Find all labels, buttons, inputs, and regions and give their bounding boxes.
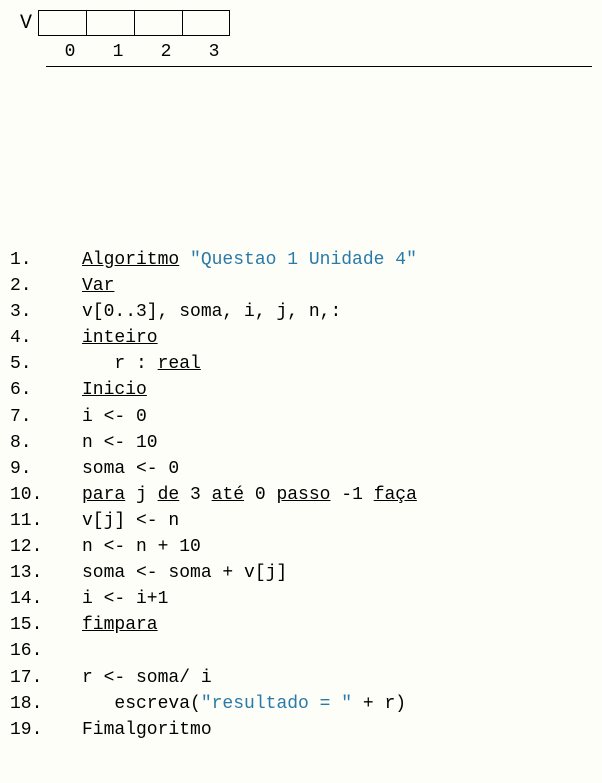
code-line: 8. n <- 10 [10, 430, 592, 456]
code-line: 11. v[j] <- n [10, 508, 592, 534]
array-index: 0 [46, 38, 94, 66]
code-line: 1. Algoritmo "Questao 1 Unidade 4" [10, 247, 592, 273]
line-number: 12. [10, 534, 82, 560]
code-content: Var [82, 273, 592, 299]
code-text: + r) [352, 694, 406, 714]
code-line: 7. i <- 0 [10, 404, 592, 430]
code-content: escreva("resultado = " + r) [82, 691, 592, 717]
line-number: 15. [10, 612, 82, 638]
code-line: 6. Inicio [10, 377, 592, 403]
keyword-faca: faça [374, 485, 417, 505]
code-line: 19. Fimalgoritmo [10, 717, 592, 743]
code-line: 12. n <- n + 10 [10, 534, 592, 560]
code-content: inteiro [82, 325, 592, 351]
code-content [82, 638, 592, 664]
code-content: Fimalgoritmo [82, 717, 592, 743]
line-number: 17. [10, 665, 82, 691]
code-line: 2. Var [10, 273, 592, 299]
line-number: 13. [10, 560, 82, 586]
code-line: 10. para j de 3 até 0 passo -1 faça [10, 482, 592, 508]
array-index: 2 [142, 38, 190, 66]
code-text: r : [82, 354, 158, 374]
array-cells [38, 10, 230, 36]
array-cell [38, 10, 86, 36]
array-cell [86, 10, 134, 36]
code-line: 15. fimpara [10, 612, 592, 638]
line-number: 18. [10, 691, 82, 717]
code-content: v[0..3], soma, i, j, n,: [82, 299, 592, 325]
code-line: 16. [10, 638, 592, 664]
string-literal: "Questao 1 Unidade 4" [190, 250, 417, 270]
keyword-var: Var [82, 276, 114, 296]
code-line: 13. soma <- soma + v[j] [10, 560, 592, 586]
line-number: 16. [10, 638, 82, 664]
array-index: 3 [190, 38, 238, 66]
code-text: -1 [330, 485, 373, 505]
keyword-algoritmo: Algoritmo [82, 250, 179, 270]
keyword-real: real [158, 354, 201, 374]
code-line: 4. inteiro [10, 325, 592, 351]
code-content: v[j] <- n [82, 508, 592, 534]
code-content: soma <- 0 [82, 456, 592, 482]
line-number: 10. [10, 482, 82, 508]
code-content: i <- i+1 [82, 586, 592, 612]
string-literal: "resultado = " [201, 694, 352, 714]
line-number: 14. [10, 586, 82, 612]
array-index: 1 [94, 38, 142, 66]
code-content: n <- n + 10 [82, 534, 592, 560]
code-line: 18. escreva("resultado = " + r) [10, 691, 592, 717]
code-content: n <- 10 [82, 430, 592, 456]
code-text: 3 [179, 485, 211, 505]
keyword-passo: passo [276, 485, 330, 505]
code-content: r <- soma/ i [82, 665, 592, 691]
code-line: 9. soma <- 0 [10, 456, 592, 482]
array-cell [134, 10, 182, 36]
line-number: 8. [10, 430, 82, 456]
code-content: r : real [82, 351, 592, 377]
code-text: escreva( [82, 694, 201, 714]
array-index-row: 0 1 2 3 [46, 38, 592, 67]
code-content: i <- 0 [82, 404, 592, 430]
line-number: 7. [10, 404, 82, 430]
keyword-fimpara: fimpara [82, 615, 158, 635]
line-number: 6. [10, 377, 82, 403]
keyword-ate: até [212, 485, 244, 505]
line-number: 11. [10, 508, 82, 534]
array-cell [182, 10, 230, 36]
code-line: 3. v[0..3], soma, i, j, n,: [10, 299, 592, 325]
keyword-inteiro: inteiro [82, 328, 158, 348]
keyword-de: de [158, 485, 180, 505]
code-content: soma <- soma + v[j] [82, 560, 592, 586]
line-number: 2. [10, 273, 82, 299]
keyword-para: para [82, 485, 125, 505]
line-number: 3. [10, 299, 82, 325]
pseudocode-block: 1. Algoritmo "Questao 1 Unidade 4" 2. Va… [10, 247, 592, 743]
code-text: 0 [244, 485, 276, 505]
array-row: V [20, 10, 592, 38]
code-line: 5. r : real [10, 351, 592, 377]
code-content: fimpara [82, 612, 592, 638]
line-number: 9. [10, 456, 82, 482]
code-line: 17. r <- soma/ i [10, 665, 592, 691]
line-number: 4. [10, 325, 82, 351]
array-diagram: V 0 1 2 3 [20, 10, 592, 67]
code-content: Inicio [82, 377, 592, 403]
line-number: 5. [10, 351, 82, 377]
code-line: 14. i <- i+1 [10, 586, 592, 612]
keyword-inicio: Inicio [82, 380, 147, 400]
code-content: para j de 3 até 0 passo -1 faça [82, 482, 592, 508]
line-number: 19. [10, 717, 82, 743]
array-label: V [20, 10, 32, 38]
code-content: Algoritmo "Questao 1 Unidade 4" [82, 247, 592, 273]
code-text: j [125, 485, 157, 505]
line-number: 1. [10, 247, 82, 273]
